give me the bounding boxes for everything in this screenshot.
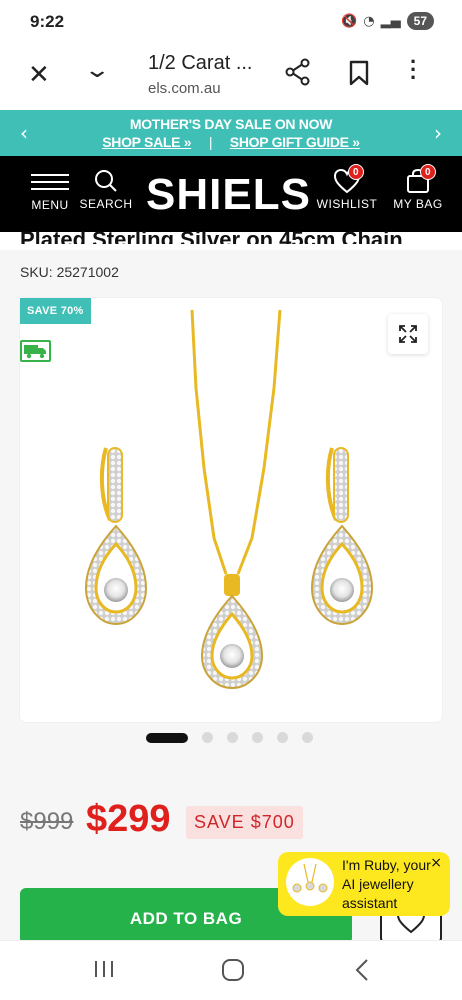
product-title: Plated Sterling Silver on 45cm Chain [20,227,403,244]
signal-icon: ▂▄ [380,13,401,29]
chevron-down-icon[interactable]: ⌄ [83,58,111,83]
promo-banner: ‹ MOTHER'S DAY SALE ON NOW SHOP SALE » |… [0,110,462,156]
promo-links: SHOP SALE » | SHOP GIFT GUIDE » [0,134,462,150]
chevron-right-icon[interactable]: › [434,121,442,145]
menu-button[interactable]: MENU [28,168,72,212]
promo-separator: | [208,134,213,150]
assistant-avatar [286,858,334,906]
search-label: SEARCH [79,197,133,211]
gallery-dot[interactable] [202,732,213,743]
wifi-icon: ◔ [363,13,375,29]
browser-toolbar: ✕ ⌄ 1/2 Carat ... els.com.au · · · [0,44,462,110]
product-image [84,309,374,690]
savings-pill: SAVE $700 [186,806,303,839]
shop-gift-guide-link[interactable]: SHOP GIFT GUIDE » [230,134,360,150]
bag-count-badge: 0 [420,164,436,180]
ai-assistant-bubble[interactable]: I'm Ruby, your AI jewellery assistant × [278,852,450,916]
gallery-dot[interactable] [252,732,263,743]
menu-label: MENU [31,198,69,212]
gallery-dot[interactable] [277,732,288,743]
wishlist-label: WISHLIST [316,197,378,211]
shiels-logo[interactable]: SHIELS [146,170,311,220]
share-icon[interactable] [284,58,312,91]
search-button[interactable]: SEARCH [78,168,134,211]
expand-icon [399,325,417,343]
shop-sale-link[interactable]: SHOP SALE » [102,134,191,150]
recent-apps-icon[interactable] [92,957,116,986]
promo-title: MOTHER'S DAY SALE ON NOW [129,116,333,132]
browser-url[interactable]: els.com.au [148,80,221,97]
wishlist-count-badge: 0 [348,164,364,180]
gallery-dot[interactable] [227,732,238,743]
gallery-pagination [146,732,313,743]
search-icon [95,170,117,192]
site-header: MENU SEARCH SHIELS WISHLIST 0 MY BAG 0 [0,156,462,232]
status-icons: 🔇 ◔ ▂▄ 57 [341,12,434,30]
more-options-icon[interactable]: · · · [410,51,417,89]
original-price: $999 [20,808,74,835]
hamburger-icon [31,174,69,194]
close-icon[interactable]: × [430,855,442,871]
status-bar: 9:22 🔇 ◔ ▂▄ 57 [0,0,462,44]
battery-indicator: 57 [406,12,434,30]
browser-page-title[interactable]: 1/2 Carat ... [148,52,253,75]
my-bag-button[interactable]: MY BAG 0 [390,164,446,211]
sale-price: $299 [86,798,171,840]
product-sku: SKU: 25271002 [20,264,119,280]
home-icon[interactable] [220,957,246,988]
expand-image-button[interactable] [388,314,428,354]
product-image-gallery[interactable] [20,298,442,722]
my-bag-label: MY BAG [393,197,443,211]
bookmark-icon[interactable] [348,60,370,91]
status-time: 9:22 [30,12,65,31]
close-icon[interactable]: ✕ [28,60,50,90]
back-icon[interactable] [352,957,372,988]
delivery-truck-icon [20,340,51,362]
mute-icon: 🔇 [341,13,358,29]
gallery-dot[interactable] [146,732,188,743]
gallery-dot[interactable] [302,732,313,743]
wishlist-button[interactable]: WISHLIST 0 [316,164,378,211]
discount-badge: SAVE 70% [20,298,91,324]
system-navigation-bar [0,940,462,1000]
